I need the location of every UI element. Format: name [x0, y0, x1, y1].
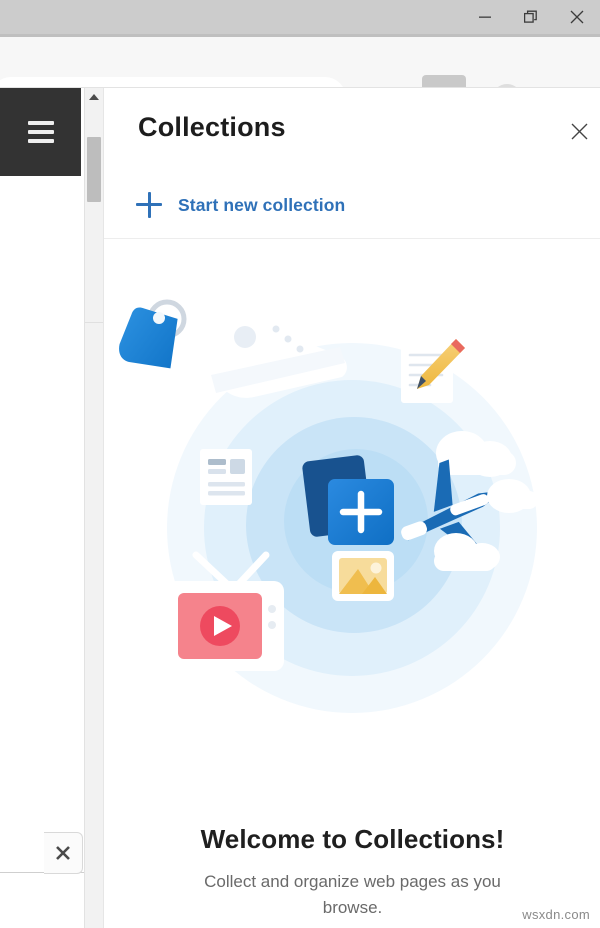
panel-close-button[interactable] — [562, 114, 596, 148]
empty-state-heading: Welcome to Collections! — [200, 824, 505, 854]
scrollbar-track-line — [85, 322, 103, 323]
site-hamburger-menu[interactable] — [0, 88, 81, 176]
empty-state-text: Welcome to Collections! Collect and orga… — [104, 824, 600, 920]
close-icon — [56, 846, 70, 860]
browser-toolbar — [0, 37, 600, 119]
window-controls — [462, 0, 600, 34]
start-new-collection-button[interactable]: Start new collection — [104, 172, 600, 238]
scroll-up-arrow-icon[interactable] — [85, 88, 103, 106]
photo-thumbnail-icon — [332, 551, 394, 601]
page-scrollbar[interactable] — [84, 88, 103, 928]
panel-title: Collections — [138, 112, 286, 142]
close-button[interactable] — [554, 0, 600, 34]
minimize-button[interactable] — [462, 0, 508, 34]
start-new-collection-label: Start new collection — [178, 194, 346, 215]
scrollbar-thumb[interactable] — [87, 137, 101, 202]
collections-panel: Collections Start new collection Welcome… — [103, 88, 600, 928]
title-bar — [0, 0, 600, 34]
watermark: wsxdn.com — [522, 907, 590, 922]
restore-button[interactable] — [508, 0, 554, 34]
minimize-icon — [479, 16, 491, 18]
hamburger-menu-icon — [27, 121, 54, 143]
close-icon — [570, 10, 584, 24]
plus-icon — [136, 192, 162, 218]
close-icon — [571, 123, 587, 139]
panel-divider — [104, 238, 600, 239]
collections-empty-illustration — [104, 263, 600, 863]
price-tag-icon — [119, 299, 187, 369]
collections-panel-header: Collections — [104, 88, 600, 172]
article-card-icon — [200, 449, 252, 505]
page-close-button[interactable] — [44, 832, 83, 874]
page-content-area — [0, 88, 84, 928]
browser-window: Collections Start new collection Welcome… — [0, 0, 600, 928]
restore-icon — [524, 10, 537, 23]
